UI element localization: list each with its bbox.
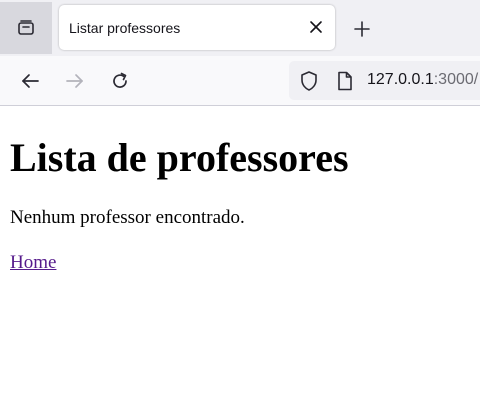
active-tab[interactable]: Listar professores	[59, 5, 335, 50]
url-text[interactable]: 127.0.0.1:3000/	[367, 71, 478, 89]
tab-close-button[interactable]	[305, 16, 327, 38]
forward-button[interactable]	[61, 67, 89, 95]
tab-title: Listar professores	[69, 20, 181, 36]
reload-icon	[113, 72, 127, 88]
close-icon	[310, 21, 322, 33]
new-tab-button[interactable]	[348, 15, 376, 43]
tab-strip: Listar professores	[0, 0, 480, 56]
back-button[interactable]	[16, 67, 44, 95]
url-host: 127.0.0.1	[367, 71, 434, 88]
url-bar[interactable]: 127.0.0.1:3000/	[289, 61, 480, 100]
nav-toolbar: 127.0.0.1:3000/	[0, 56, 480, 106]
tab-overview-icon	[18, 20, 34, 35]
page-title: Lista de professores	[10, 135, 349, 180]
page-content: Lista de professores Nenhum professor en…	[0, 107, 480, 402]
empty-message: Nenhum professor encontrado.	[10, 207, 245, 228]
url-port-path: :3000/	[433, 71, 479, 88]
page-icon[interactable]	[334, 70, 356, 92]
reload-button[interactable]	[106, 67, 134, 95]
shield-icon[interactable]	[298, 70, 320, 92]
arrow-right-icon	[66, 74, 83, 88]
home-link[interactable]: Home	[10, 252, 56, 274]
tab-overview-button[interactable]	[0, 2, 52, 54]
arrow-left-icon	[22, 74, 39, 88]
plus-icon	[354, 21, 370, 37]
